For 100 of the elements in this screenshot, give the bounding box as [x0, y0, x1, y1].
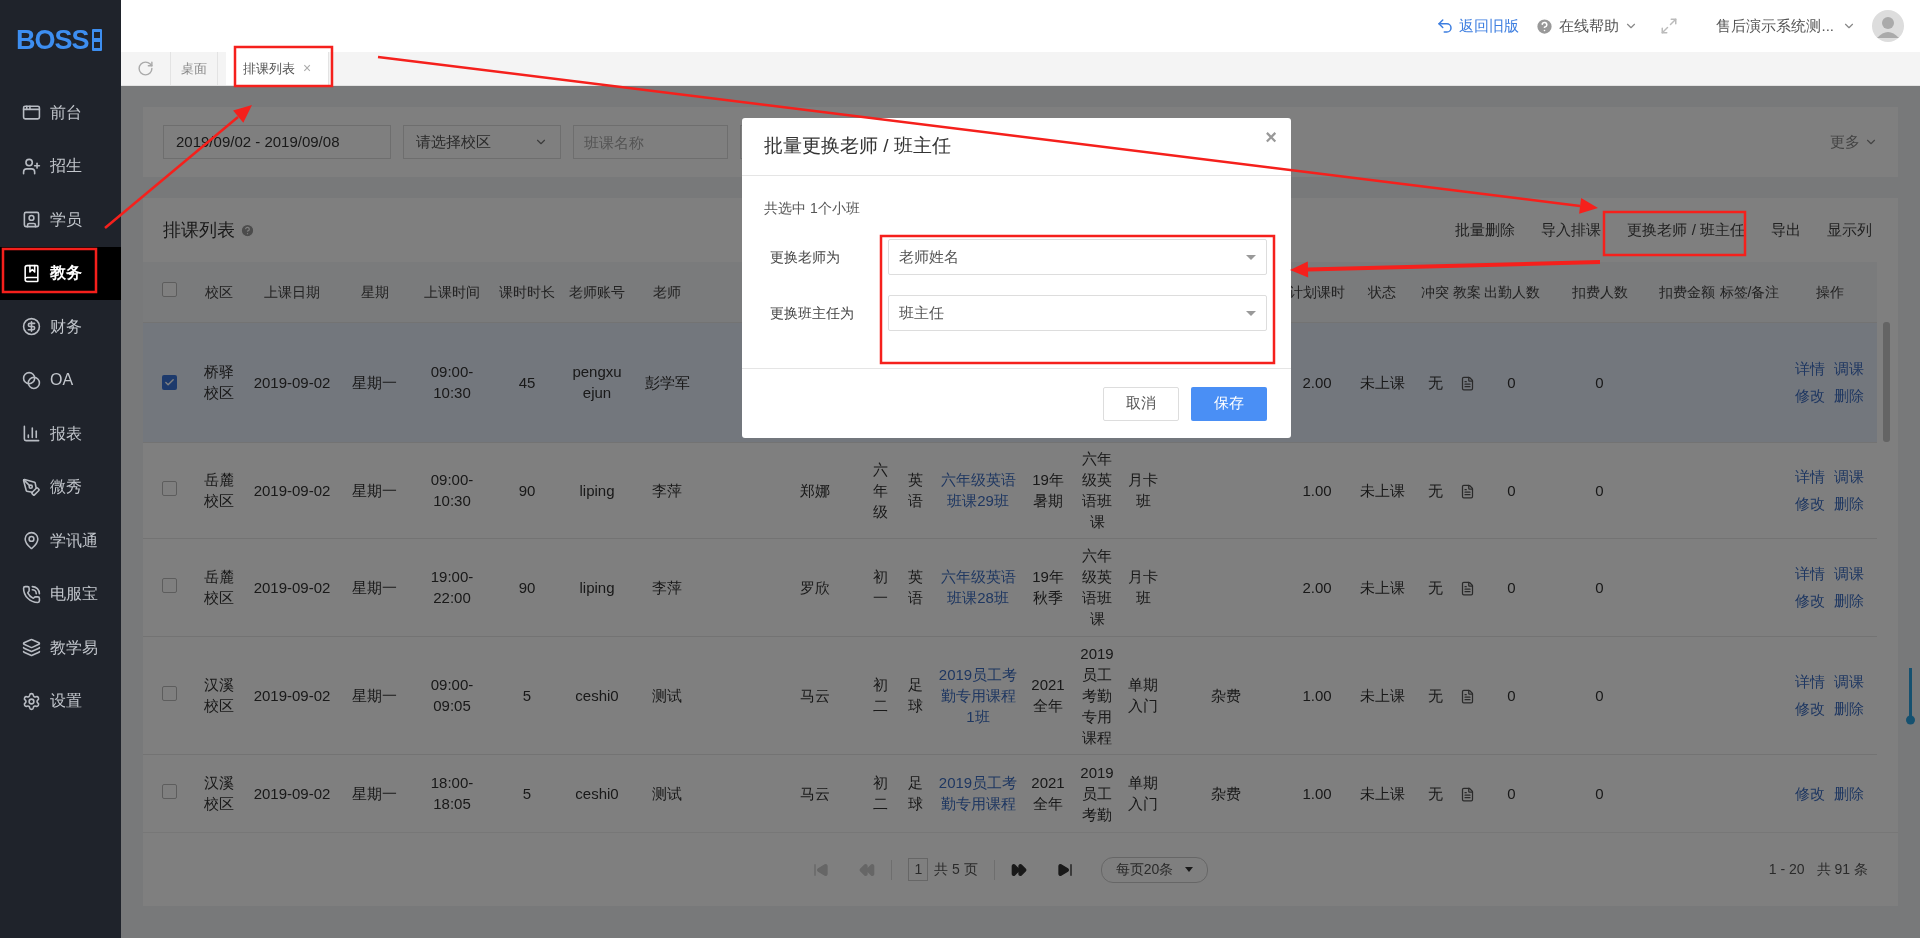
lesson-plan-icon[interactable] [1459, 689, 1475, 705]
selection-summary: 共选中 1个小班 [764, 199, 861, 218]
table-cell: 2019-09-02 [253, 784, 331, 802]
page-range: 1 - 20 [1768, 860, 1805, 879]
action-link[interactable]: 调课 [1833, 563, 1865, 584]
toolbar-button[interactable]: 更换老师 / 班主任 [1627, 218, 1745, 242]
sidebar-item[interactable]: 设置 [0, 674, 121, 728]
action-link[interactable]: 删除 [1833, 493, 1865, 514]
table-cell: 六年级英语班课 [1082, 450, 1112, 530]
table-cell: 45 [518, 373, 536, 391]
sidebar-item[interactable]: 教学易 [0, 621, 121, 675]
table-cell: 09:00-10:30 [430, 471, 474, 509]
column-header: 上课时间 [424, 283, 480, 300]
action-link[interactable]: 调课 [1833, 671, 1865, 692]
avatar[interactable] [1872, 10, 1904, 42]
action-link[interactable]: 删除 [1833, 590, 1865, 611]
table-cell: 汉溪校区 [203, 676, 234, 714]
action-link[interactable]: 删除 [1833, 782, 1865, 804]
previous-page-button[interactable] [859, 861, 876, 878]
page-tab[interactable]: 桌面 [171, 52, 218, 85]
sidebar-item[interactable]: 微秀 [0, 460, 121, 514]
logo: BOSS [16, 23, 89, 57]
toolbar-button[interactable]: 批量删除 [1455, 218, 1516, 242]
action-link[interactable]: 修改 [1794, 385, 1826, 406]
class-link[interactable]: 六年级英语班课28班 [937, 566, 1019, 608]
action-link[interactable]: 修改 [1794, 590, 1826, 611]
fullscreen-icon[interactable] [1660, 17, 1679, 35]
help-icon[interactable] [240, 222, 255, 238]
sidebar-item[interactable]: 电服宝 [0, 567, 121, 621]
row-checkbox[interactable] [161, 685, 177, 701]
row-checkbox[interactable] [161, 374, 177, 390]
table-cell: 杂费 [1211, 784, 1241, 802]
select-field[interactable]: 老师姓名 [888, 239, 1267, 275]
lesson-plan-icon[interactable] [1459, 376, 1475, 392]
toolbar-button[interactable]: 显示列 [1827, 218, 1872, 242]
lesson-plan-icon[interactable] [1459, 484, 1475, 500]
table-cell: 杂费 [1211, 686, 1241, 704]
action-link[interactable]: 调课 [1833, 466, 1865, 487]
row-checkbox[interactable] [161, 577, 177, 593]
sidebar-item[interactable]: 教务 [0, 246, 121, 300]
sidebar-item[interactable]: 招生 [0, 139, 121, 193]
more-filters-button[interactable]: 更多 [1830, 130, 1878, 154]
table-cell: 英语 [907, 471, 923, 509]
row-checkbox[interactable] [161, 282, 177, 298]
table-cell: 未上课 [1359, 481, 1405, 499]
last-page-button[interactable] [1056, 861, 1073, 878]
class-link[interactable]: 2019员工考勤专用课程 [937, 772, 1019, 814]
action-link[interactable]: 修改 [1794, 493, 1826, 514]
action-link[interactable]: 删除 [1833, 698, 1865, 719]
action-link[interactable]: 详情 [1794, 671, 1826, 692]
action-link[interactable]: 删除 [1833, 385, 1865, 406]
save-button[interactable]: 保存 [1191, 386, 1267, 421]
user-menu[interactable]: 售后演示系统测... [1716, 14, 1856, 38]
action-link[interactable]: 详情 [1794, 563, 1826, 584]
table-cell: 测试 [652, 784, 682, 802]
back-link[interactable]: 返回旧版 [1436, 14, 1520, 38]
toolbar-button[interactable]: 导入排课 [1541, 218, 1602, 242]
menu-item-icon [22, 531, 41, 551]
page-number-field[interactable]: 1 [908, 858, 929, 881]
row-checkbox[interactable] [161, 783, 177, 799]
table-cell: 90 [518, 481, 536, 499]
slider-handle-icon[interactable] [1906, 668, 1916, 726]
action-link[interactable]: 详情 [1794, 358, 1826, 379]
help-menu[interactable]: 在线帮助 [1535, 14, 1639, 38]
first-page-button[interactable] [813, 861, 830, 878]
table-cell: ceshi0 [575, 686, 619, 704]
table-cell: liping [579, 481, 615, 499]
sidebar-item[interactable]: 学员 [0, 193, 121, 247]
table-cell: 星期一 [352, 373, 397, 391]
lesson-plan-icon[interactable] [1459, 581, 1475, 597]
row-checkbox[interactable] [161, 480, 177, 496]
action-link[interactable]: 详情 [1794, 466, 1826, 487]
table-cell: 2019-09-02 [253, 578, 331, 596]
page-tab[interactable]: 排课列表 × [226, 52, 330, 85]
toolbar-button[interactable]: 导出 [1771, 218, 1801, 242]
table-cell: 未上课 [1359, 686, 1405, 704]
sidebar-item[interactable]: OA [0, 353, 121, 407]
sidebar-item[interactable]: 前台 [0, 86, 121, 140]
action-link[interactable]: 调课 [1833, 358, 1865, 379]
campus-select[interactable]: 请选择校区 [403, 125, 561, 159]
menu-item-icon [22, 691, 41, 711]
close-button[interactable]: × [1265, 122, 1277, 152]
sidebar-item[interactable]: 报表 [0, 407, 121, 461]
class-link[interactable]: 六年级英语班课29班 [937, 469, 1019, 511]
sidebar-item[interactable]: 学讯通 [0, 514, 121, 568]
refresh-icon[interactable] [137, 60, 154, 77]
action-link[interactable]: 修改 [1794, 782, 1826, 804]
lesson-plan-icon[interactable] [1459, 787, 1475, 803]
sidebar-item[interactable]: 财务 [0, 300, 121, 354]
close-tab-button[interactable]: × [303, 58, 312, 79]
next-page-button[interactable] [1010, 861, 1027, 878]
action-link[interactable]: 修改 [1794, 698, 1826, 719]
page-size-select[interactable]: 每页20条 [1100, 856, 1209, 883]
table-cell: 岳麓校区 [203, 568, 234, 606]
table-cell: 马云 [800, 784, 830, 802]
cancel-button[interactable]: 取消 [1103, 386, 1179, 421]
select-field[interactable]: 班主任 [888, 295, 1267, 331]
table-cell: 2.00 [1302, 373, 1332, 391]
scrollbar-thumb[interactable] [1883, 322, 1890, 442]
class-link[interactable]: 2019员工考勤专用课程1班 [937, 663, 1019, 727]
